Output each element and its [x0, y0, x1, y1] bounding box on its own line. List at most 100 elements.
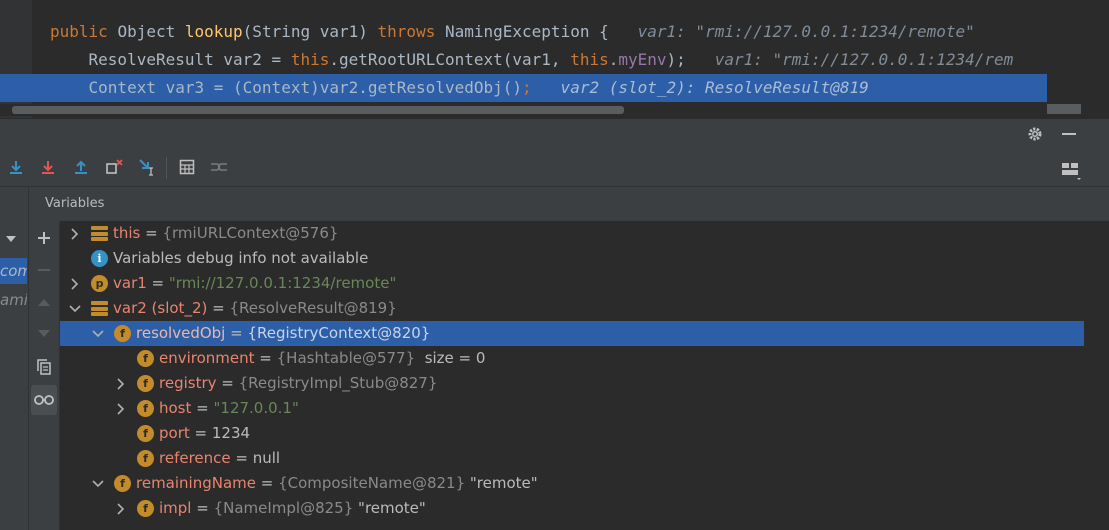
local-variable-icon — [91, 300, 108, 317]
inline-value-hint: var1: "rmi://127.0.0.1:1234/rem — [685, 50, 1014, 69]
code-token: public — [50, 22, 118, 41]
expand-chevron-icon[interactable] — [68, 221, 82, 246]
variable-type: {rmiURLContext@576} — [162, 224, 339, 242]
code-line[interactable]: public Object lookup(String var1) throws… — [0, 18, 1047, 46]
settings-gear-icon[interactable] — [1024, 124, 1046, 144]
trace-current-stream-icon[interactable] — [208, 155, 230, 179]
step-into-icon[interactable] — [37, 155, 59, 179]
step-over-icon[interactable] — [5, 155, 27, 179]
copy-icon[interactable] — [29, 352, 59, 382]
evaluate-expression-icon[interactable] — [176, 155, 198, 179]
equals-sign: = — [230, 449, 253, 467]
variable-row[interactable]: f host = "127.0.0.1" — [60, 396, 1084, 421]
variable-value: "rmi://127.0.0.1:1234/remote" — [168, 274, 397, 292]
variable-row[interactable]: i Variables debug info not available — [60, 246, 1084, 271]
equals-sign: = — [191, 499, 214, 517]
frame-item-selected[interactable]: com — [0, 258, 27, 284]
variable-text: environment = {Hashtable@577} size = 0 — [159, 346, 485, 371]
field-icon: f — [137, 425, 154, 442]
code-editor[interactable]: public Object lookup(String var1) throws… — [0, 0, 1109, 118]
code-token: . — [608, 50, 619, 69]
variable-value: "127.0.0.1" — [213, 399, 299, 417]
code-token: throws — [377, 22, 445, 41]
variable-text: impl = {NameImpl@825} "remote" — [159, 496, 426, 521]
variable-text: registry = {RegistryImpl_Stub@827} — [159, 371, 437, 396]
field-icon: f — [114, 325, 131, 342]
code-token: .getRootURLContext(var1, — [329, 50, 571, 69]
equals-sign: = — [254, 349, 277, 367]
code-line-current[interactable]: Context var3 = (Context)var2.getResolved… — [0, 74, 1047, 102]
code-token: NamingException { — [444, 22, 609, 41]
variable-text: host = "127.0.0.1" — [159, 396, 299, 421]
expand-chevron-icon[interactable] — [114, 396, 128, 421]
expand-chevron-icon[interactable] — [114, 371, 128, 396]
variable-text: Variables debug info not available — [113, 246, 368, 271]
field-icon: f — [114, 475, 131, 492]
collapse-chevron-icon[interactable] — [91, 321, 105, 346]
editor-scroll-corner — [1047, 104, 1081, 114]
variable-row[interactable]: var2 (slot_2) = {ResolveResult@819} — [60, 296, 1084, 321]
step-out-icon[interactable] — [70, 155, 92, 179]
expand-chevron-icon[interactable] — [68, 271, 82, 296]
expand-chevron-icon[interactable] — [114, 496, 128, 521]
equals-sign: = — [225, 324, 248, 342]
variable-row[interactable]: f impl = {NameImpl@825} "remote" — [60, 496, 1084, 521]
equals-sign: = — [191, 399, 214, 417]
variable-text: var2 (slot_2) = {ResolveResult@819} — [113, 296, 397, 321]
field-icon: f — [137, 450, 154, 467]
code-token: lookup — [184, 22, 243, 41]
code-token: Context var3 = (Context)var2.getResolved… — [50, 78, 523, 97]
code-text: Context var3 = (Context)var2.getResolved… — [50, 74, 869, 102]
code-token: Object — [117, 22, 185, 41]
code-token: ResolveResult var2 = — [50, 50, 291, 69]
variable-row-selected[interactable]: f resolvedObj = {RegistryContext@820} — [60, 321, 1084, 346]
variable-text: port = 1234 — [159, 421, 250, 446]
variable-row[interactable]: f remainingName = {CompositeName@821} "re… — [60, 471, 1084, 496]
toolbar-separator — [166, 157, 167, 179]
debug-toolwindow-header — [0, 118, 1109, 151]
minimize-icon[interactable] — [1058, 124, 1080, 144]
add-watch-icon[interactable] — [29, 223, 59, 253]
collapse-chevron-icon[interactable] — [91, 471, 105, 496]
equals-sign: = — [189, 424, 212, 442]
variable-value: "remote" — [465, 474, 538, 492]
variable-row[interactable]: this = {rmiURLContext@576} — [60, 221, 1084, 246]
variable-name: this — [113, 224, 141, 242]
variable-text: remainingName = {CompositeName@821} "rem… — [136, 471, 538, 496]
variable-row[interactable]: f environment = {Hashtable@577} size = 0 — [60, 346, 1084, 371]
variable-text: resolvedObj = {RegistryContext@820} — [136, 321, 430, 346]
code-text: ResolveResult var2 = this.getRootURLCont… — [50, 46, 1014, 74]
run-to-cursor-icon[interactable] — [136, 155, 158, 179]
collapse-chevron-icon[interactable] — [68, 296, 82, 321]
drop-frame-icon[interactable] — [103, 155, 125, 179]
variables-panel-title: Variables — [29, 187, 1109, 221]
variable-text: var1 = "rmi://127.0.0.1:1234/remote" — [113, 271, 396, 296]
equals-sign: = — [256, 474, 279, 492]
code-token: myEnv — [618, 50, 667, 69]
inline-value-hint: var1: "rmi://127.0.0.1:1234/remote" — [608, 22, 975, 41]
code-token: this — [290, 50, 330, 69]
variable-row[interactable]: f port = 1234 — [60, 421, 1084, 446]
variable-value: 1234 — [211, 424, 251, 442]
variable-name: registry — [159, 374, 217, 392]
variable-row[interactable]: p var1 = "rmi://127.0.0.1:1234/remote" — [60, 271, 1084, 296]
move-up-icon[interactable] — [29, 287, 59, 317]
code-line[interactable]: ResolveResult var2 = this.getRootURLCont… — [0, 46, 1047, 74]
variable-name: reference — [159, 449, 231, 467]
remove-watch-icon[interactable] — [29, 255, 59, 285]
variable-name: host — [159, 399, 192, 417]
variable-value: "remote" — [353, 499, 426, 517]
layout-icon[interactable] — [1058, 158, 1084, 182]
variable-row[interactable]: f registry = {RegistryImpl_Stub@827} — [60, 371, 1084, 396]
move-down-icon[interactable] — [29, 319, 59, 349]
variable-name: resolvedObj — [136, 324, 226, 342]
frame-item[interactable]: ami — [0, 287, 27, 313]
editor-vertical-scrollbar-area[interactable] — [1047, 0, 1109, 118]
variable-value: Variables debug info not available — [113, 249, 369, 267]
editor-horizontal-scroll-thumb[interactable] — [12, 106, 624, 114]
local-variable-icon — [91, 225, 108, 242]
dropdown-caret-icon[interactable] — [2, 230, 20, 248]
code-text: public Object lookup(String var1) throws… — [50, 18, 975, 46]
variable-row[interactable]: f reference = null — [60, 446, 1084, 471]
show-watches-icon[interactable] — [31, 385, 57, 415]
